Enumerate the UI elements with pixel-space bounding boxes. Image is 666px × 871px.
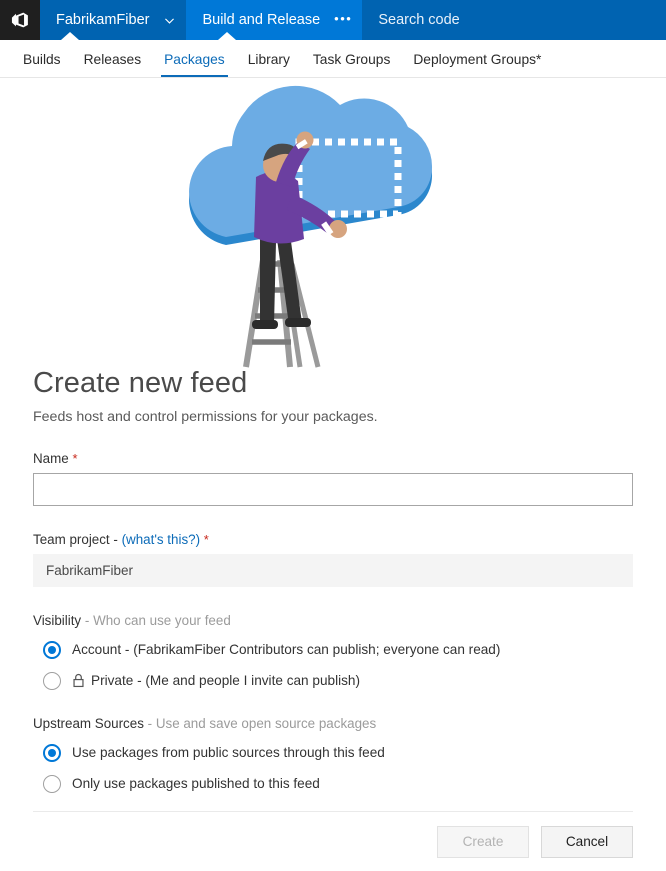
- hub-tab-pointer: [218, 32, 236, 40]
- upstream-option-only-published[interactable]: Only use packages published to this feed: [43, 774, 633, 793]
- hub-tab-build-and-release[interactable]: Build and Release •••: [186, 0, 361, 40]
- visibility-option-private-label-wrap: Private - (Me and people I invite can pu…: [72, 673, 360, 688]
- name-label-text: Name: [33, 450, 69, 466]
- lock-icon: [72, 673, 85, 688]
- page-title: Create new feed: [33, 367, 248, 399]
- create-feed-form: Create new feed Feeds host and control p…: [0, 367, 666, 793]
- radio-account[interactable]: [43, 640, 61, 659]
- upstream-sources-label-text: Upstream Sources: [33, 715, 144, 731]
- radio-private[interactable]: [43, 671, 61, 690]
- visibility-separator: -: [84, 612, 90, 628]
- hero-illustration: [0, 78, 666, 368]
- search-placeholder-label: Search code: [378, 12, 460, 28]
- team-project-separator: -: [113, 531, 118, 547]
- visibility-option-account-label: Account - (FabrikamFiber Contributors ca…: [72, 642, 501, 658]
- radio-only-published[interactable]: [43, 774, 61, 793]
- sub-tab-releases[interactable]: Releases: [75, 52, 151, 77]
- visibility-hint: Who can use your feed: [93, 612, 231, 628]
- form-footer: Create Cancel: [0, 812, 666, 858]
- visibility-label-text: Visibility: [33, 612, 82, 628]
- upstream-option-only-published-label: Only use packages published to this feed: [72, 776, 320, 792]
- top-navigation-bar: FabrikamFiber Build and Release ••• Sear…: [0, 0, 666, 40]
- chevron-down-icon: [163, 14, 176, 27]
- whats-this-link[interactable]: (what's this?): [122, 532, 200, 547]
- team-project-value-text: FabrikamFiber: [46, 562, 134, 578]
- visibility-option-private[interactable]: Private - (Me and people I invite can pu…: [43, 671, 633, 690]
- upstream-option-public-label: Use packages from public sources through…: [72, 745, 385, 761]
- sub-tab-deployment-groups[interactable]: Deployment Groups*: [404, 52, 550, 77]
- search-input[interactable]: Search code: [362, 0, 475, 40]
- upstream-sources-separator: -: [147, 715, 153, 731]
- visibility-option-private-label: Private - (Me and people I invite can pu…: [91, 673, 360, 689]
- team-project-label-text: Team project: [33, 531, 110, 547]
- sub-navigation-bar: Builds Releases Packages Library Task Gr…: [0, 40, 666, 78]
- azure-devops-logo-icon[interactable]: [0, 0, 40, 40]
- team-project-readonly-value: FabrikamFiber: [33, 553, 633, 587]
- visibility-section-label: Visibility - Who can use your feed: [33, 613, 633, 628]
- sub-tab-library[interactable]: Library: [239, 52, 299, 77]
- upstream-sources-hint: Use and save open source packages: [155, 715, 377, 731]
- ellipsis-icon[interactable]: •••: [334, 12, 352, 25]
- upstream-option-public[interactable]: Use packages from public sources through…: [43, 743, 633, 762]
- name-required-mark: *: [72, 450, 78, 466]
- radio-use-public-sources[interactable]: [43, 743, 61, 762]
- cancel-button[interactable]: Cancel: [541, 825, 633, 858]
- person-on-ladder-hanging-frame-on-cloud-icon: [189, 85, 433, 368]
- upstream-sources-section-label: Upstream Sources - Use and save open sou…: [33, 716, 633, 731]
- visibility-option-account[interactable]: Account - (FabrikamFiber Contributors ca…: [43, 640, 633, 659]
- team-project-required-mark: *: [203, 531, 209, 547]
- team-project-field-label: Team project - (what's this?) *: [33, 532, 633, 547]
- name-input[interactable]: [33, 472, 633, 506]
- sub-tab-packages[interactable]: Packages: [155, 52, 234, 77]
- sub-tab-task-groups[interactable]: Task Groups: [304, 52, 399, 77]
- name-field-label: Name *: [33, 451, 633, 466]
- hub-tab-label: Build and Release: [202, 12, 321, 28]
- sub-tab-builds[interactable]: Builds: [14, 52, 70, 77]
- project-tab-pointer: [61, 32, 79, 40]
- project-name-label: FabrikamFiber: [56, 12, 150, 28]
- page-subtitle: Feeds host and control permissions for y…: [33, 408, 378, 425]
- create-button[interactable]: Create: [437, 825, 529, 858]
